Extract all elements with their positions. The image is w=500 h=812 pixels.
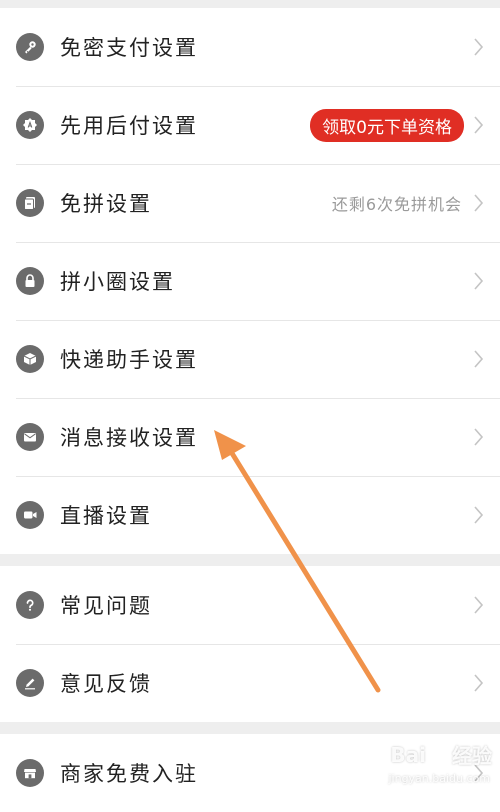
mail-icon [16,423,44,451]
chevron-right-icon [474,350,484,368]
group-gap [0,722,500,734]
top-gap [0,0,500,8]
remaining-count-hint: 还剩6次免拼机会 [331,195,462,214]
row-label: 意见反馈 [60,672,152,696]
key-icon [16,33,44,61]
row-label: 拼小圈设置 [60,270,175,294]
row-label: 免拼设置 [60,192,152,216]
chevron-right-icon [474,596,484,614]
settings-row-live-stream[interactable]: 直播设置 [0,476,500,554]
paw-logo-icon [431,746,448,762]
settings-row-faq[interactable]: 常见问题 [0,566,500,644]
settings-row-password-free-payment[interactable]: 免密支付设置 [0,8,500,86]
settings-row-feedback[interactable]: 意见反馈 [0,644,500,722]
pencil-icon [16,669,44,697]
settings-row-message-receive[interactable]: 消息接收设置 [0,398,500,476]
row-label: 消息接收设置 [60,426,198,450]
settings-row-group-free[interactable]: 免拼设置 还剩6次免拼机会 [0,164,500,242]
settings-row-delivery-assistant[interactable]: 快递助手设置 [0,320,500,398]
chevron-right-icon [474,116,484,134]
chevron-right-icon [474,194,484,212]
chevron-right-icon [474,506,484,524]
chevron-right-icon [474,272,484,290]
row-label: 快递助手设置 [60,348,198,372]
row-label: 直播设置 [60,504,152,528]
video-icon [16,501,44,529]
settings-group-2: 常见问题 意见反馈 [0,566,500,722]
settings-row-pin-circle[interactable]: 拼小圈设置 [0,242,500,320]
promo-badge[interactable]: 领取0元下单资格 [310,108,464,142]
watermark-right: 经验 [452,744,492,768]
row-label: 先用后付设置 [60,114,198,138]
row-label: 常见问题 [60,594,152,618]
ticket-icon [16,189,44,217]
store-icon [16,759,44,787]
badge-icon [16,111,44,139]
chevron-right-icon [474,674,484,692]
watermark-left: Bai [390,742,426,767]
package-icon [16,345,44,373]
baidu-watermark: Bai 经验 [390,740,492,769]
chevron-right-icon [474,428,484,446]
settings-group-1: 免密支付设置 先用后付设置 领取0元下单资格 免拼设置 还剩6次免拼机会 拼小圈… [0,8,500,554]
lock-icon [16,267,44,295]
question-icon [16,591,44,619]
row-label: 免密支付设置 [60,36,198,60]
chevron-right-icon [474,38,484,56]
group-gap [0,554,500,566]
settings-row-pay-later[interactable]: 先用后付设置 领取0元下单资格 [0,86,500,164]
watermark-url: jingyan.baidu.com [388,772,490,785]
